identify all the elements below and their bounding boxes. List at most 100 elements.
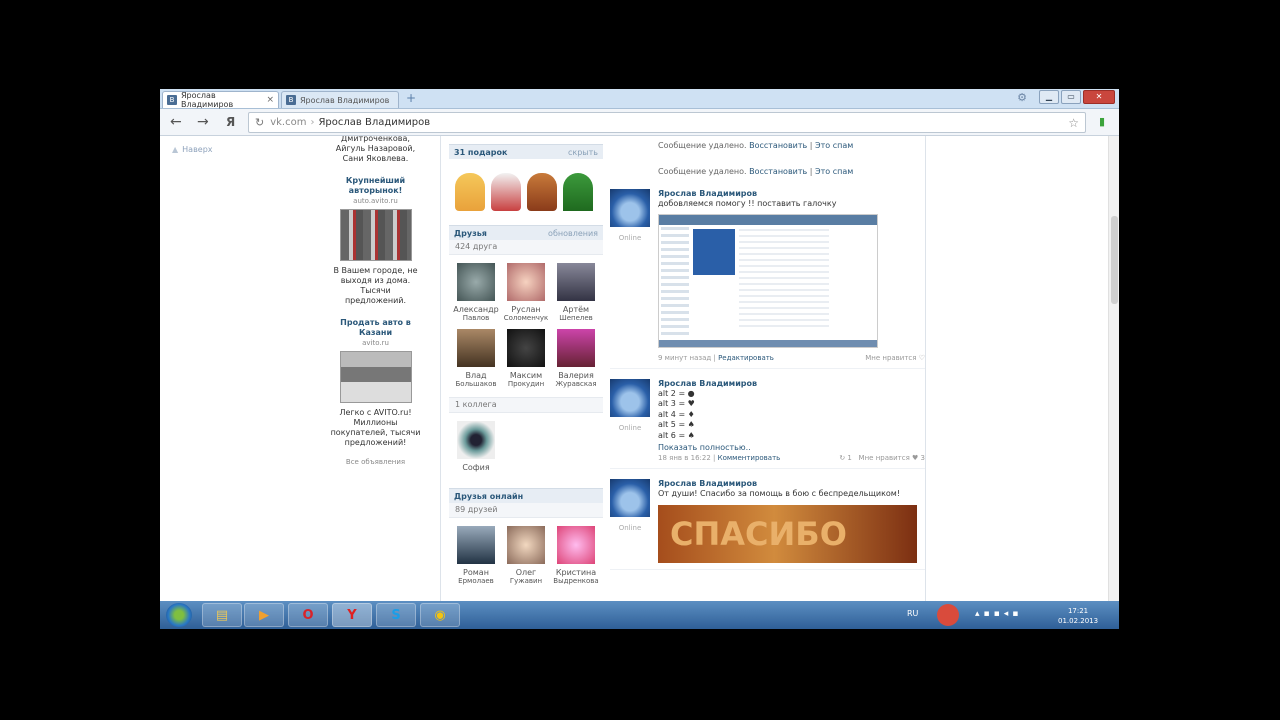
friend-photo[interactable] xyxy=(457,526,495,564)
post-author[interactable]: Ярослав Владимиров xyxy=(658,189,925,198)
tab-close-icon[interactable]: × xyxy=(266,95,274,105)
author-avatar[interactable] xyxy=(610,378,650,417)
friend-card[interactable]: Александр Павлов xyxy=(451,263,501,323)
friend-photo[interactable] xyxy=(557,263,595,301)
post-time[interactable]: 18 янв в 16:22 xyxy=(658,454,711,462)
colleagues-grid: София xyxy=(449,413,603,478)
all-ads-link[interactable]: Все объявления xyxy=(330,458,421,466)
friends-title[interactable]: Друзья xyxy=(454,229,487,238)
reload-icon[interactable]: ↻ xyxy=(255,116,264,129)
gift-image[interactable] xyxy=(455,173,485,211)
ad-title[interactable]: Продать авто в Казани xyxy=(330,318,421,338)
opera-icon: O xyxy=(302,607,314,623)
friend-card[interactable]: Максим Прокудин xyxy=(501,329,551,389)
start-button[interactable] xyxy=(166,603,192,627)
taskbar-recorder[interactable]: ◉ xyxy=(420,603,460,627)
friend-card[interactable]: Артём Шепелев xyxy=(551,263,601,323)
minimize-button[interactable]: ▁ xyxy=(1039,90,1059,104)
author-avatar[interactable] xyxy=(610,189,650,227)
folder-icon: ▤ xyxy=(215,607,229,623)
windows-taskbar: ▤ ▶ O Y S ◉ RU ▴▪▪◂▪ 17:21 01.02.2013 xyxy=(160,601,1119,629)
friend-photo[interactable] xyxy=(507,263,545,301)
friend-photo[interactable] xyxy=(457,263,495,301)
friend-card[interactable]: Валерия Журавская xyxy=(551,329,601,389)
clock-time: 17:21 xyxy=(1067,607,1089,615)
tab-inactive[interactable]: В Ярослав Владимиров xyxy=(281,91,399,108)
online-status: Online xyxy=(618,423,642,432)
language-indicator[interactable]: RU xyxy=(907,609,918,618)
gifts-row xyxy=(449,159,603,219)
taskbar-skype[interactable]: S xyxy=(376,603,416,627)
ad-image[interactable] xyxy=(339,209,412,261)
gift-image[interactable] xyxy=(563,173,593,211)
address-bar[interactable]: ↻ vk.com › Ярослав Владимиров ☆ xyxy=(248,112,1086,133)
gift-image[interactable] xyxy=(491,173,521,211)
friend-card[interactable]: Роман Ермолаев xyxy=(451,526,501,586)
friend-card[interactable]: Кристина Выдренкова xyxy=(551,526,601,586)
gifts-hide-link[interactable]: скрыть xyxy=(568,148,598,157)
tab-label: Ярослав Владимиров xyxy=(300,95,390,105)
system-tray-icons[interactable]: ▴▪▪◂▪ xyxy=(975,609,1022,619)
taskbar-explorer[interactable]: ▤ xyxy=(202,603,242,627)
back-arrow-icon[interactable]: ← xyxy=(170,114,182,130)
maximize-button[interactable]: ▭ xyxy=(1061,90,1081,104)
friends-grid: Александр Павлов Руслан Соломенчук Артём Ше… xyxy=(449,255,603,395)
friend-card[interactable]: София xyxy=(451,421,501,472)
friend-photo[interactable] xyxy=(507,329,545,367)
scrollbar-thumb[interactable] xyxy=(1111,216,1118,304)
author-avatar[interactable] xyxy=(610,479,650,517)
comment-link[interactable]: Комментировать xyxy=(718,454,781,462)
post-time[interactable]: 9 минут назад xyxy=(658,354,711,362)
taskbar-yandex-browser[interactable]: Y xyxy=(332,603,372,627)
post-author[interactable]: Ярослав Владимиров xyxy=(658,379,925,388)
post-author[interactable]: Ярослав Владимиров xyxy=(658,479,925,488)
tray-app-icon[interactable] xyxy=(937,604,959,626)
close-window-button[interactable]: ✕ xyxy=(1083,90,1115,104)
repost-count[interactable]: ↻ 1 xyxy=(839,454,852,462)
like-button[interactable]: Мне нравится ♡ xyxy=(865,354,925,362)
friends-count[interactable]: 424 друга xyxy=(449,240,603,255)
online-friends-title[interactable]: Друзья онлайн xyxy=(454,492,523,501)
restore-link[interactable]: Восстановить xyxy=(749,167,807,176)
friend-photo[interactable] xyxy=(557,329,595,367)
friend-card[interactable]: Олег Гужавин xyxy=(501,526,551,586)
restore-link[interactable]: Восстановить xyxy=(749,141,807,150)
friend-photo[interactable] xyxy=(557,526,595,564)
friend-photo[interactable] xyxy=(457,329,495,367)
ad-title[interactable]: Крупнейший авторынок! xyxy=(330,176,421,196)
tab-active[interactable]: В Ярослав Владимиров × xyxy=(162,91,279,109)
like-button[interactable]: Мне нравится ♥ 3 xyxy=(859,454,925,462)
ad-image[interactable] xyxy=(339,351,412,403)
page-scrollbar[interactable] xyxy=(1108,136,1119,601)
friend-card[interactable]: Влад Большаков xyxy=(451,329,501,389)
system-clock[interactable]: 17:21 01.02.2013 xyxy=(1058,606,1098,626)
post-meta: 9 минут назад | Редактировать Мне нравит… xyxy=(658,353,925,362)
bookmark-star-icon[interactable]: ☆ xyxy=(1068,116,1079,130)
online-friends-count[interactable]: 89 друзей xyxy=(449,503,603,518)
ad-description: Легко с AVITO.ru! Миллионы покупателей, … xyxy=(330,408,421,447)
scroll-to-top-link[interactable]: ▲ Наверх xyxy=(172,145,213,154)
friends-header: Друзья обновления xyxy=(449,225,603,240)
deleted-message: Сообщение удалено. Восстановить | Это сп… xyxy=(658,141,854,150)
gift-image[interactable] xyxy=(527,173,557,211)
friend-photo[interactable] xyxy=(457,421,495,459)
taskbar-media-player[interactable]: ▶ xyxy=(244,603,284,627)
post-image-banner[interactable]: СПАСИБО xyxy=(658,504,917,563)
forward-arrow-icon[interactable]: → xyxy=(197,114,209,130)
post-image-screenshot[interactable] xyxy=(658,213,878,348)
edit-link[interactable]: Редактировать xyxy=(718,354,774,362)
spam-link[interactable]: Это спам xyxy=(815,141,853,150)
show-more-link[interactable]: Показать полностью.. xyxy=(658,443,925,452)
friend-photo[interactable] xyxy=(507,526,545,564)
yandex-button[interactable]: Я xyxy=(226,115,235,129)
settings-gear-icon[interactable]: ⚙ xyxy=(1017,91,1027,104)
gifts-header: 31 подарок скрыть xyxy=(449,144,603,159)
friends-updates-link[interactable]: обновления xyxy=(548,229,598,238)
gifts-title[interactable]: 31 подарок xyxy=(454,148,507,157)
new-tab-plus-icon[interactable]: + xyxy=(406,91,416,105)
spam-link[interactable]: Это спам xyxy=(815,167,853,176)
friend-card[interactable]: Руслан Соломенчук xyxy=(501,263,551,323)
colleagues-count[interactable]: 1 коллега xyxy=(449,397,603,413)
ad-description: В Вашем городе, не выходя из дома. Тысяч… xyxy=(333,266,418,305)
taskbar-opera[interactable]: O xyxy=(288,603,328,627)
